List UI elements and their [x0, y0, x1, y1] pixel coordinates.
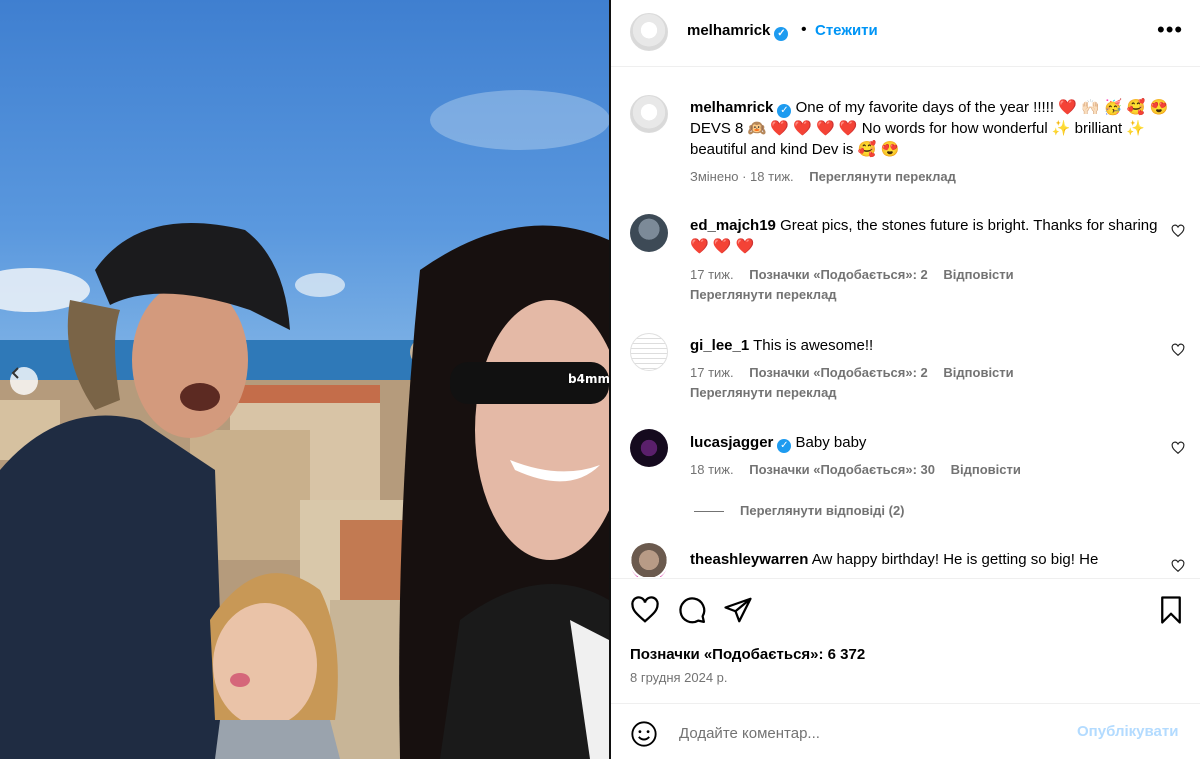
- like-icon[interactable]: [630, 595, 660, 625]
- likes-count[interactable]: Позначки «Подобається»: 6 372: [630, 646, 865, 663]
- comment-composer: Опублікувати: [611, 703, 1200, 760]
- post-date[interactable]: 8 грудня 2024 р.: [630, 670, 728, 685]
- post-sidebar: melhamrick ✓ • Стежити ••• melhamrick ✓ On…: [611, 0, 1200, 759]
- comment-avatar[interactable]: [630, 429, 668, 467]
- post-actions: Позначки «Подобається»: 6 372 8 грудня 2…: [611, 578, 1200, 701]
- caption-meta: Змінено · 18 тиж. Переглянути переклад: [690, 169, 968, 184]
- photo-watermark: b4mms: [568, 372, 609, 386]
- like-comment-icon[interactable]: [1171, 343, 1185, 357]
- photo-illustration: [0, 90, 609, 759]
- follow-button[interactable]: Стежити: [815, 22, 878, 39]
- comment-avatar[interactable]: [630, 333, 668, 371]
- comment-meta: 17 тиж. Позначки «Подобається»: 2 Відпов…: [690, 267, 1026, 282]
- comment-translate-link[interactable]: Переглянути переклад: [690, 287, 837, 302]
- comment-meta: 17 тиж. Позначки «Подобається»: 2 Відпов…: [690, 365, 1026, 380]
- post-photo[interactable]: b4mms: [0, 0, 609, 759]
- caption-avatar[interactable]: [630, 95, 668, 133]
- replies-line: [694, 511, 724, 513]
- publish-button[interactable]: Опублікувати: [1077, 723, 1178, 740]
- author-username-text[interactable]: melhamrick: [687, 22, 770, 39]
- comment-likes-link[interactable]: Позначки «Подобається»: 2: [749, 365, 928, 380]
- emoji-icon[interactable]: [630, 720, 658, 748]
- caption-text: melhamrick ✓ One of my favorite days of t…: [690, 97, 1170, 160]
- more-icon[interactable]: •••: [1157, 19, 1183, 41]
- author-username[interactable]: melhamrick ✓: [687, 22, 789, 41]
- save-icon[interactable]: [1156, 595, 1186, 625]
- comment-text: ed_majch19 Great pics, the stones future…: [690, 215, 1170, 257]
- comment-translate: Переглянути переклад: [690, 385, 849, 400]
- comment-likes-link[interactable]: Позначки «Подобається»: 2: [749, 267, 928, 282]
- like-comment-icon[interactable]: [1171, 559, 1185, 573]
- comment-text: lucasjagger ✓ Baby baby: [690, 432, 1170, 453]
- caption-translate-link[interactable]: Переглянути переклад: [809, 169, 956, 184]
- verified-icon: ✓: [774, 27, 789, 41]
- comment-translate: Переглянути переклад: [690, 287, 849, 302]
- comment-translate-link[interactable]: Переглянути переклад: [690, 385, 837, 400]
- author-avatar[interactable]: [630, 13, 668, 51]
- comment-meta: 18 тиж. Позначки «Подобається»: 30 Відпо…: [690, 462, 1033, 477]
- like-comment-icon[interactable]: [1171, 224, 1185, 238]
- comment-body: Aw happy birthday! He is getting so big!…: [811, 551, 1099, 568]
- comment-username[interactable]: lucasjagger: [690, 434, 773, 451]
- comment-username[interactable]: gi_lee_1: [690, 337, 749, 354]
- comment-input[interactable]: [677, 718, 1061, 748]
- post-header: melhamrick ✓ • Стежити •••: [611, 0, 1200, 67]
- comment-time[interactable]: 17 тиж.: [690, 365, 734, 380]
- like-comment-icon[interactable]: [1171, 441, 1185, 455]
- comment-time[interactable]: 17 тиж.: [690, 267, 734, 282]
- comment-icon[interactable]: [677, 595, 707, 625]
- comment-username[interactable]: ed_majch19: [690, 217, 776, 234]
- view-replies[interactable]: Переглянути відповіді (2): [694, 503, 917, 518]
- comment-avatar[interactable]: [630, 543, 668, 577]
- comment-reply-button[interactable]: Відповісти: [951, 462, 1021, 477]
- comment-avatar[interactable]: [630, 214, 668, 252]
- comment-username[interactable]: theashleywarren: [690, 551, 808, 568]
- verified-icon: ✓: [777, 104, 792, 118]
- caption-edited: Змінено · 18 тиж.: [690, 169, 794, 184]
- comments-scroll[interactable]: melhamrick ✓ One of my favorite days of t…: [611, 67, 1200, 577]
- carousel-prev-button[interactable]: [10, 367, 38, 395]
- comment-text: gi_lee_1 This is awesome!!: [690, 335, 1170, 356]
- comment-text: theashleywarren Aw happy birthday! He is…: [690, 549, 1170, 570]
- view-replies-button[interactable]: Переглянути відповіді (2): [740, 503, 905, 518]
- comment-body: This is awesome!!: [753, 337, 874, 354]
- header-separator: •: [801, 21, 807, 38]
- verified-icon: ✓: [777, 439, 792, 453]
- share-icon[interactable]: [723, 595, 753, 625]
- comment-reply-button[interactable]: Відповісти: [943, 365, 1013, 380]
- comment-body: Baby baby: [795, 434, 867, 451]
- caption-username[interactable]: melhamrick: [690, 99, 773, 116]
- chevron-left-icon: [11, 367, 19, 379]
- comment-reply-button[interactable]: Відповісти: [943, 267, 1013, 282]
- comment-likes-link[interactable]: Позначки «Подобається»: 30: [749, 462, 935, 477]
- comment-time[interactable]: 18 тиж.: [690, 462, 734, 477]
